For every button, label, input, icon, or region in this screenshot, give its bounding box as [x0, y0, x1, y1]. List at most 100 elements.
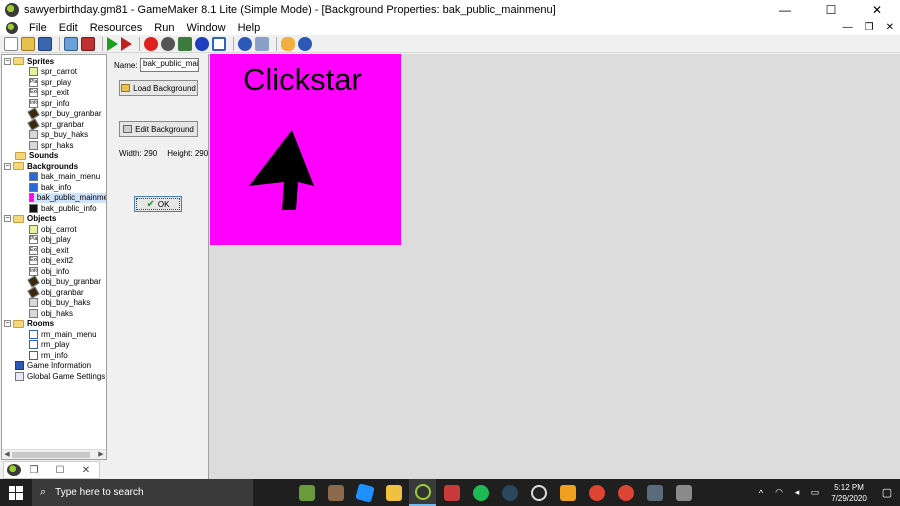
gamemaker-app-icon[interactable]	[5, 3, 19, 17]
taskbar-app[interactable]	[293, 479, 320, 506]
add-room-icon[interactable]	[212, 36, 226, 51]
add-background-icon[interactable]	[178, 36, 192, 51]
taskbar-search[interactable]: ⌕ Type here to search	[32, 479, 253, 506]
tree-group-rooms[interactable]: − Rooms	[4, 319, 54, 330]
menu-file[interactable]: File	[23, 22, 53, 34]
menu-run[interactable]: Run	[148, 22, 180, 34]
minwin-restore-button[interactable]: ❐	[21, 465, 47, 476]
taskbar-app[interactable]	[554, 479, 581, 506]
tree-item[interactable]: Play spr_play	[29, 77, 71, 88]
game-info-icon[interactable]	[238, 36, 252, 51]
taskbar-app[interactable]	[496, 479, 523, 506]
tree-item[interactable]: spr_granbar	[27, 118, 84, 131]
keyboard-icon[interactable]: ▭	[806, 487, 824, 498]
tree-item[interactable]: bak_info	[29, 182, 71, 193]
tree-item[interactable]: Exit obj_exit	[29, 245, 69, 256]
mdi-window-icon[interactable]	[6, 21, 18, 34]
menu-resources[interactable]: Resources	[84, 22, 149, 34]
taskbar-app[interactable]	[380, 479, 407, 506]
notification-icon[interactable]: ▢	[874, 486, 900, 499]
tree-item[interactable]: obj_haks	[29, 308, 73, 319]
tree-group-sprites[interactable]: − Sprites	[4, 56, 54, 67]
tree-item[interactable]: bak_public_info	[29, 203, 97, 214]
shield-icon[interactable]	[81, 36, 95, 51]
taskbar-app[interactable]	[641, 479, 668, 506]
name-input[interactable]: bak_public_mainr	[140, 58, 199, 72]
tree-group-sounds[interactable]: Sounds	[15, 151, 58, 162]
tree-item[interactable]: spr_buy_granbar	[27, 107, 101, 120]
tree-item[interactable]: obj_carrot	[29, 224, 77, 235]
menu-window[interactable]: Window	[180, 22, 231, 34]
scroll-right-arrow-icon[interactable]: ▶	[96, 450, 106, 459]
taskbar-app[interactable]	[467, 479, 494, 506]
scroll-left-arrow-icon[interactable]: ◀	[2, 450, 12, 459]
volume-icon[interactable]: ◂	[788, 487, 806, 498]
resource-tree[interactable]: − Sprites spr_carrot Play spr_play Exit …	[1, 54, 107, 460]
tree-item-selected[interactable]: bak_public_mainme	[29, 192, 106, 203]
help-icon[interactable]	[298, 36, 312, 51]
collapse-icon[interactable]: −	[4, 320, 11, 328]
save-icon[interactable]	[38, 36, 52, 51]
hand-icon[interactable]	[281, 36, 295, 51]
taskbar-app[interactable]	[583, 479, 610, 506]
tree-item-global-game-settings[interactable]: Global Game Settings	[15, 371, 105, 382]
minimized-window[interactable]: ❐ ☐ ✕	[3, 461, 100, 479]
minwin-close-button[interactable]: ✕	[73, 465, 99, 476]
tree-item[interactable]: sp_buy_haks	[29, 130, 88, 141]
scrollbar-thumb[interactable]	[12, 452, 90, 458]
run-game-icon[interactable]	[107, 36, 118, 51]
collapse-icon[interactable]: −	[4, 57, 11, 65]
maximize-button[interactable]: ☐	[808, 0, 854, 20]
tree-item[interactable]: rm_main_menu	[29, 329, 97, 340]
start-button[interactable]	[0, 479, 32, 506]
tree-item-game-information[interactable]: Game Information	[15, 361, 91, 372]
load-background-button[interactable]: Load Background	[119, 80, 198, 96]
tree-item[interactable]: rm_play	[29, 340, 69, 351]
taskbar-app[interactable]	[670, 479, 697, 506]
clock[interactable]: 5:12 PM 7/29/2020	[824, 482, 874, 504]
global-settings-icon[interactable]	[255, 36, 269, 51]
debug-game-icon[interactable]	[121, 36, 132, 51]
collapse-icon[interactable]: −	[4, 215, 11, 223]
mdi-close-button[interactable]: ✕	[886, 20, 894, 35]
tree-item[interactable]: obj_buy_granbar	[27, 275, 101, 288]
tree-item[interactable]: bak_main_menu	[29, 172, 100, 183]
minwin-maximize-button[interactable]: ☐	[47, 465, 73, 476]
taskbar-app[interactable]	[438, 479, 465, 506]
tree-item[interactable]: obj_buy_haks	[29, 298, 90, 309]
tree-item[interactable]: rm_info	[29, 350, 68, 361]
taskbar-app[interactable]	[525, 479, 552, 506]
tree-group-backgrounds[interactable]: − Backgrounds	[4, 161, 78, 172]
add-sound-icon[interactable]	[161, 36, 175, 51]
taskbar-app[interactable]	[351, 479, 378, 506]
tree-item[interactable]: spr_haks	[29, 140, 73, 151]
tree-item[interactable]: spr_carrot	[29, 67, 77, 78]
taskbar-app-gamemaker[interactable]	[409, 479, 436, 506]
ok-button[interactable]: ✔ OK	[134, 196, 182, 212]
tree-item[interactable]: obj_granbar	[27, 286, 84, 299]
folder-icon	[13, 162, 24, 171]
tree-item[interactable]: Play obj_play	[29, 235, 71, 246]
collapse-icon[interactable]: −	[4, 162, 11, 170]
export-icon[interactable]	[64, 36, 78, 51]
menu-edit[interactable]: Edit	[53, 22, 84, 34]
info-icon	[15, 361, 24, 371]
tree-group-objects[interactable]: − Objects	[4, 214, 56, 225]
tree-horizontal-scrollbar[interactable]: ◀ ▶	[2, 449, 106, 459]
add-object-icon[interactable]	[195, 36, 209, 51]
add-sprite-icon[interactable]	[144, 36, 158, 51]
taskbar-app[interactable]	[322, 479, 349, 506]
mdi-minimize-button[interactable]: —	[843, 20, 853, 35]
minimize-button[interactable]: —	[762, 0, 808, 20]
tree-item[interactable]: Exit spr_exit	[29, 88, 69, 99]
network-icon[interactable]: ◠	[770, 487, 788, 498]
new-file-icon[interactable]	[4, 36, 18, 51]
menu-help[interactable]: Help	[232, 22, 267, 34]
close-button[interactable]: ✕	[854, 0, 900, 20]
edit-background-button[interactable]: Edit Background	[119, 121, 198, 137]
open-folder-icon[interactable]	[21, 36, 35, 51]
taskbar-app[interactable]	[612, 479, 639, 506]
tree-item[interactable]: Exit obj_exit2	[29, 256, 73, 267]
tray-chevron-icon[interactable]: ^	[752, 488, 770, 498]
mdi-restore-button[interactable]: ❐	[865, 20, 874, 35]
